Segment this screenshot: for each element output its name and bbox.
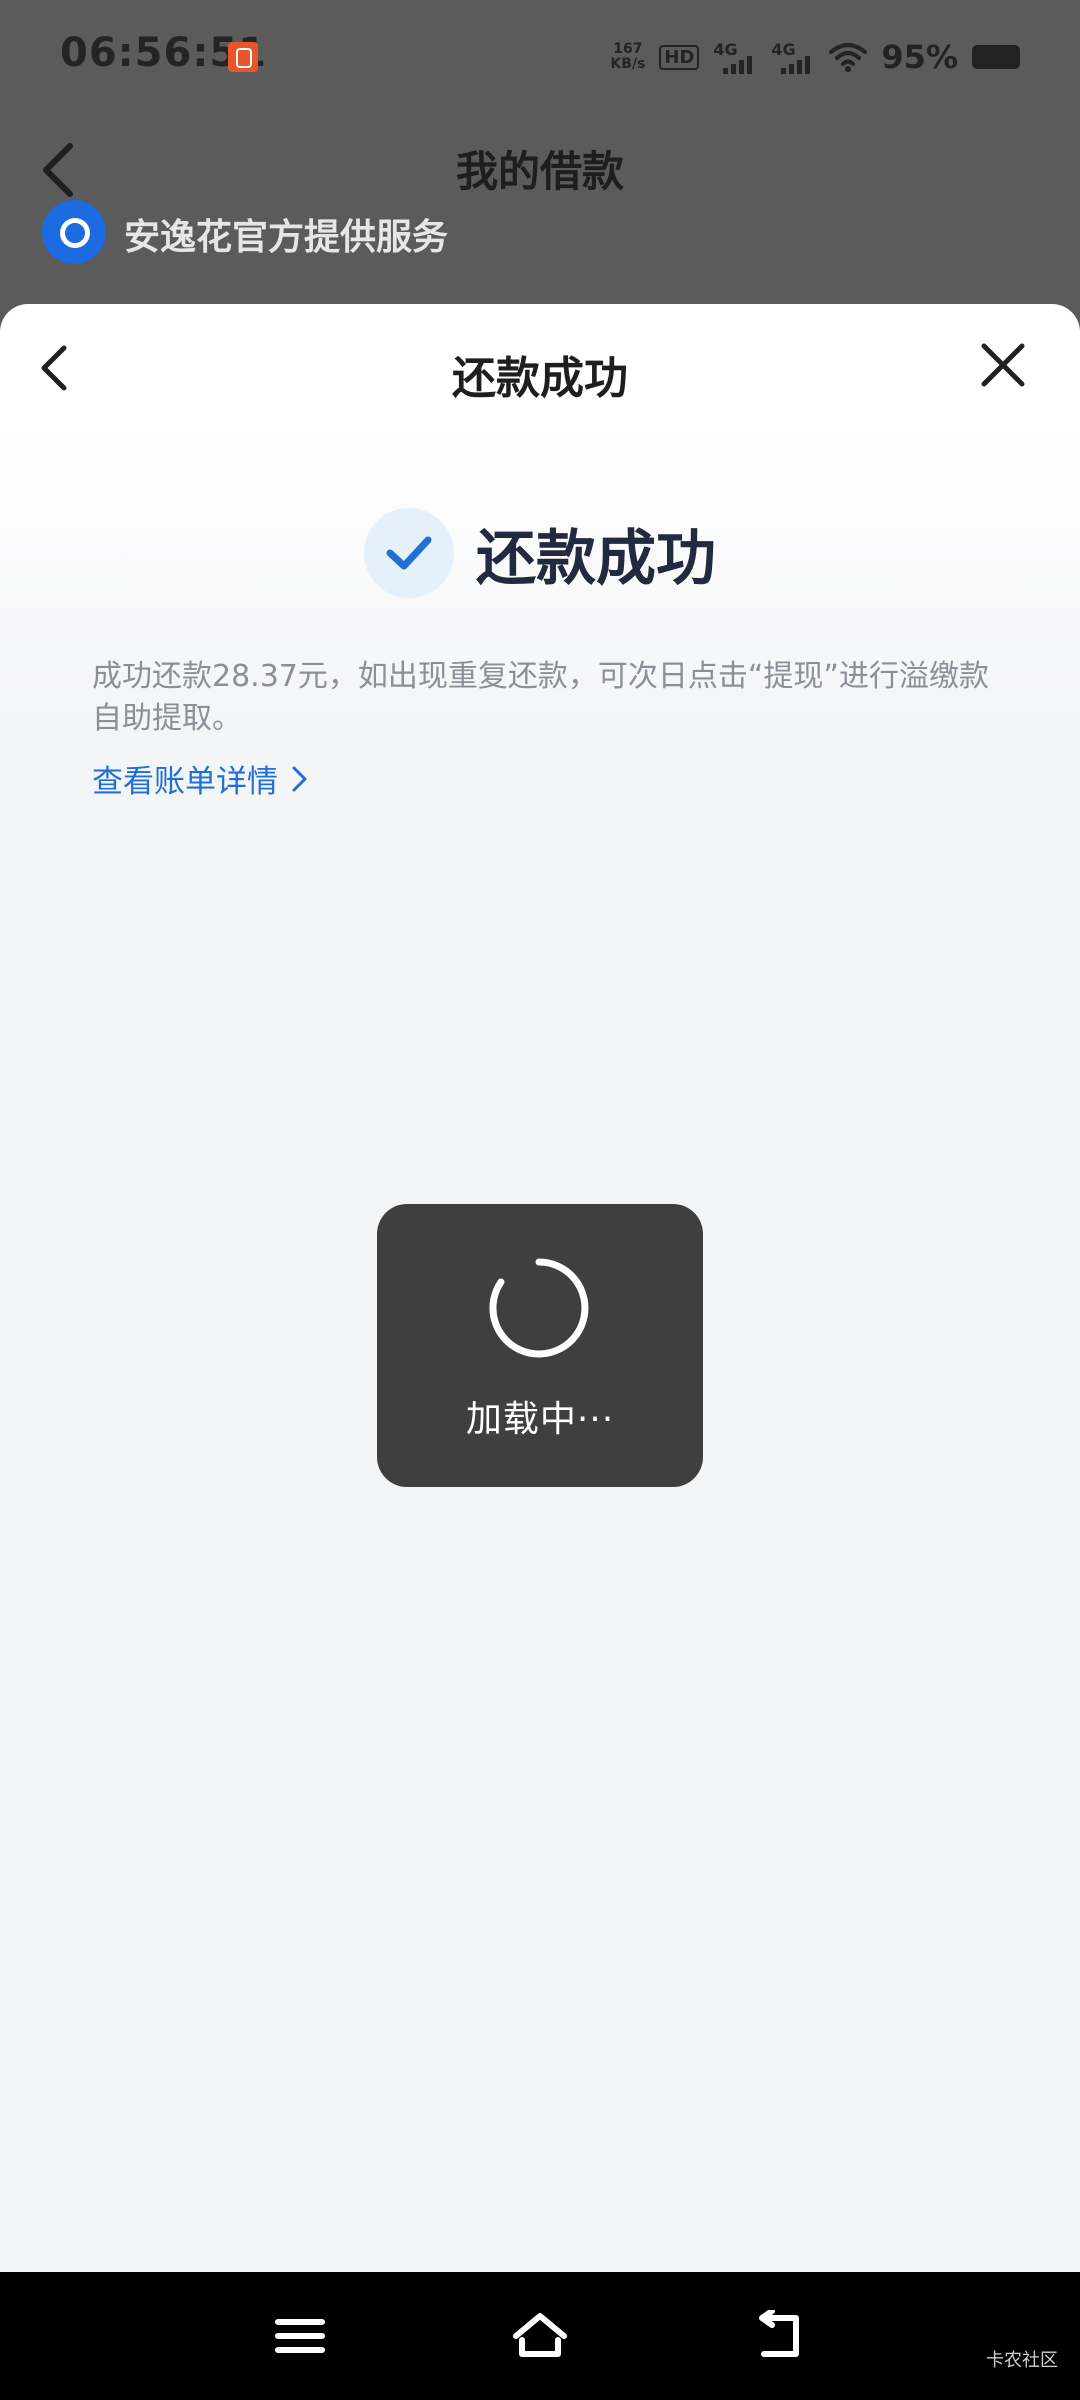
loading-toast: 加载中··· [377,1204,703,1487]
menu-icon[interactable] [270,2310,330,2362]
success-header: 还款成功 [0,508,1080,598]
chevron-right-icon [292,766,307,791]
signal-icon-sim2: 4G [771,40,815,74]
loading-spinner-icon [489,1258,589,1358]
app-notification-icon [228,42,258,72]
page-title: 我的借款 [455,147,624,196]
hd-icon: HD [659,44,700,70]
view-bill-details-label[interactable]: 查看账单详情 [92,756,278,801]
success-title: 还款成功 [476,523,716,594]
home-icon[interactable] [510,2310,570,2362]
status-icons: 167 KB/s HD 4G 4G 95% [610,38,1020,76]
provider-text: 安逸花官方提供服务 [124,217,449,258]
check-icon [364,508,454,598]
repayment-description: 成功还款28.37元，如出现重复还款，可次日点击“提现”进行溢缴款自助提取。 [92,659,989,736]
network-speed: 167 KB/s [610,41,646,72]
view-bill-details-link[interactable]: 查看账单详情 [92,756,310,801]
navigation-bar [0,2272,1080,2400]
close-icon[interactable] [978,340,1028,390]
status-bar: 06:56:51 167 KB/s HD 4G 4G 95% [0,0,1080,118]
wifi-icon [829,43,868,72]
sheet-title: 还款成功 [452,353,628,404]
watermark: 卡农社区 [986,2350,1058,2371]
background-page-header: 我的借款 安逸花官方提供服务 [0,118,1080,304]
back-nav-icon[interactable] [750,2310,810,2362]
battery-percent: 95% [881,38,958,76]
signal-icon-sim1: 4G [713,40,757,74]
provider-logo-icon [42,200,106,264]
battery-icon [972,45,1020,69]
loading-text: 加载中··· [465,1399,615,1440]
